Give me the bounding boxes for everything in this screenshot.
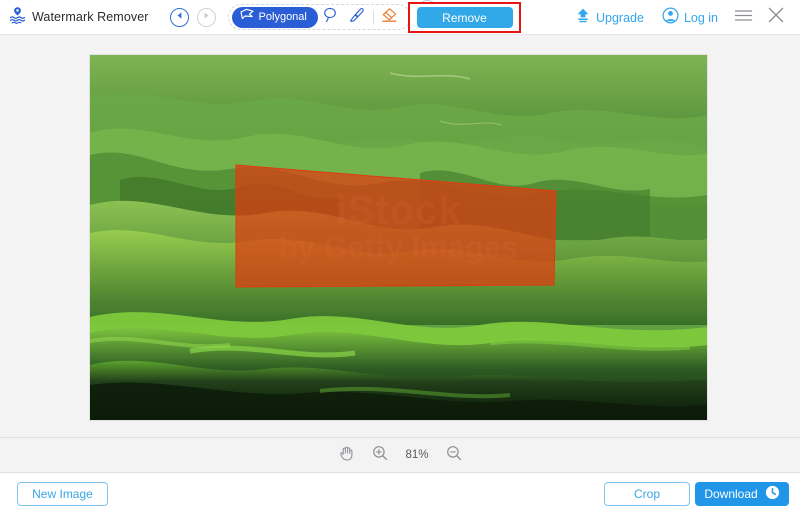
tool-lasso[interactable] [318, 6, 344, 28]
login-button[interactable]: Log in [653, 6, 727, 29]
zoom-in-icon [372, 445, 388, 466]
undo-button[interactable] [169, 7, 189, 27]
remove-button[interactable]: Remove [416, 7, 513, 28]
app-header: Watermark Remover Polygonal Remove Upgra… [0, 0, 800, 35]
upload-upgrade-icon [575, 7, 591, 28]
download-button[interactable]: Download [695, 481, 789, 506]
stock-watermark: iStock by Getty Images [279, 189, 518, 264]
hamburger-menu-icon [734, 8, 753, 28]
upgrade-label: Upgrade [595, 10, 644, 25]
redo-arrow-icon [201, 8, 212, 26]
tool-polygonal[interactable]: Polygonal [231, 6, 318, 28]
menu-button[interactable] [727, 8, 760, 28]
tool-eraser[interactable] [377, 6, 403, 28]
close-button[interactable] [760, 6, 792, 29]
remove-annotation-box: Remove [408, 2, 521, 33]
hand-pan-icon [339, 445, 354, 466]
brand: Watermark Remover [0, 6, 149, 29]
redo-button[interactable] [196, 7, 216, 27]
download-label: Download [704, 486, 758, 501]
history-controls [169, 7, 216, 27]
watermark-line-2: by Getty Images [278, 229, 519, 265]
new-image-button[interactable]: New Image [17, 481, 108, 506]
zoom-in-button[interactable] [370, 445, 390, 465]
tool-divider [372, 10, 374, 24]
user-account-icon [662, 6, 679, 29]
canvas-stage[interactable]: iStock by Getty Images [0, 35, 800, 437]
lasso-loop-icon [323, 7, 338, 28]
upgrade-button[interactable]: Upgrade [566, 7, 653, 28]
polygonal-lasso-icon [239, 8, 254, 26]
app-title: Watermark Remover [32, 10, 149, 24]
zoom-toolbar: 81% [0, 437, 800, 473]
close-x-icon [767, 6, 785, 29]
watermark-remover-app: Watermark Remover Polygonal Remove Upgra… [0, 0, 800, 514]
download-clock-icon [765, 485, 780, 503]
app-footer: New Image Crop Download [0, 473, 800, 514]
pan-tool-button[interactable] [336, 445, 356, 465]
zoom-out-icon [446, 445, 462, 466]
tool-palette: Polygonal [227, 4, 411, 30]
paint-brush-icon [349, 7, 365, 28]
undo-arrow-icon [174, 8, 185, 26]
header-right-actions: Upgrade Log in [566, 0, 792, 35]
login-label: Log in [683, 10, 718, 25]
watermark-droplet-icon [9, 6, 26, 29]
editing-canvas[interactable]: iStock by Getty Images [90, 55, 707, 420]
crop-button[interactable]: Crop [604, 481, 690, 506]
watermark-line-1: iStock [335, 188, 462, 233]
tool-brush[interactable] [344, 6, 370, 28]
eraser-icon [381, 7, 398, 28]
zoom-level-value: 81% [405, 449, 429, 461]
zoom-out-button[interactable] [444, 445, 464, 465]
tool-polygonal-label: Polygonal [258, 11, 307, 23]
